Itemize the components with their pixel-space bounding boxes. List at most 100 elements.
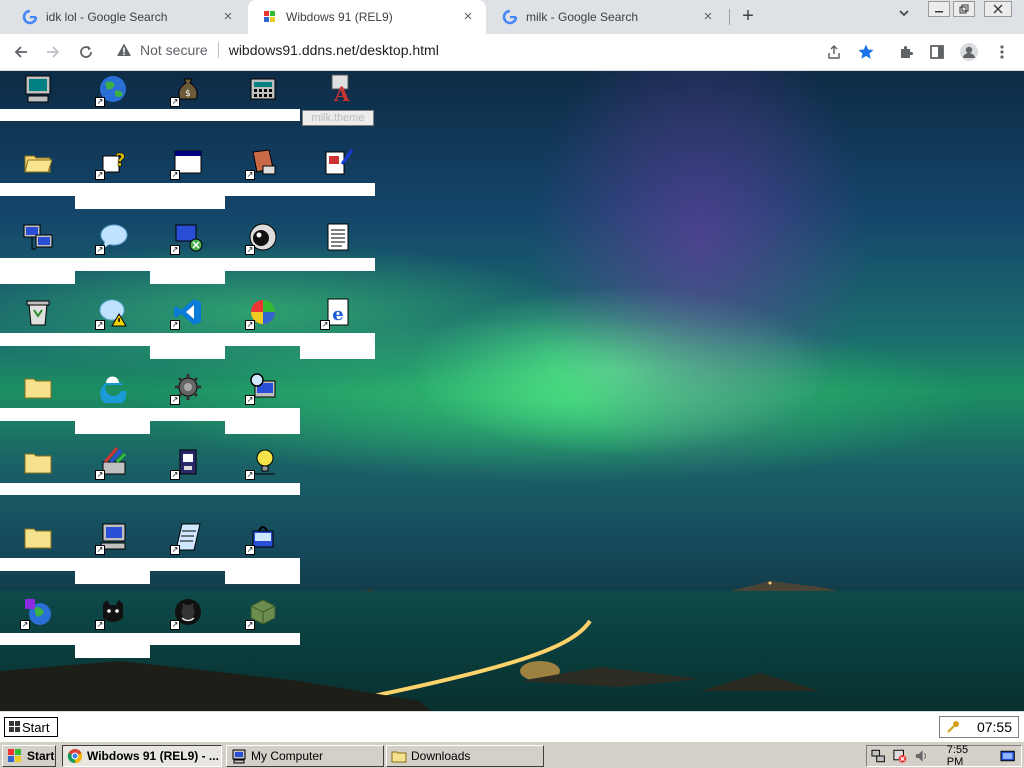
extensions-button[interactable] bbox=[894, 40, 918, 64]
network-icon[interactable] bbox=[18, 219, 58, 255]
tab-milk[interactable]: milk - Google Search × bbox=[488, 0, 726, 34]
taskbar-button-my-computer[interactable]: My Computer bbox=[226, 745, 384, 767]
chevron-down-icon bbox=[899, 10, 909, 17]
volume-icon[interactable] bbox=[914, 748, 929, 764]
chat-bubble-icon[interactable]: ↗ bbox=[93, 219, 133, 255]
shortcut-arrow-icon: ↗ bbox=[170, 170, 180, 180]
forward-button[interactable] bbox=[41, 40, 65, 64]
security-alert-icon[interactable] bbox=[892, 748, 907, 764]
folder-icon[interactable] bbox=[18, 444, 58, 480]
side-panel-button[interactable] bbox=[925, 40, 949, 64]
puzzle-icon bbox=[901, 46, 913, 58]
web-taskbar: Start 07:55 bbox=[0, 711, 1024, 741]
shortcut-arrow-icon: ↗ bbox=[95, 170, 105, 180]
money-bag-icon[interactable]: $ ↗ bbox=[168, 71, 208, 107]
shortcut-arrow-icon: ↗ bbox=[95, 245, 105, 255]
close-window-button[interactable] bbox=[984, 1, 1012, 17]
internet-explorer-icon[interactable]: e ↗ bbox=[318, 294, 358, 330]
paint-icon[interactable]: ↗ bbox=[243, 144, 283, 180]
back-button[interactable] bbox=[9, 40, 33, 64]
taskbar-button-label: Wibdows 91 (REL9) - ... bbox=[87, 749, 219, 763]
shortcut-arrow-icon: ↗ bbox=[95, 470, 105, 480]
icon-label-strip bbox=[300, 333, 375, 359]
tab-idk-lol[interactable]: idk lol - Google Search × bbox=[8, 0, 246, 34]
writer-icon[interactable]: ↗ bbox=[168, 519, 208, 555]
my-computer-icon[interactable] bbox=[18, 71, 58, 107]
profile-button[interactable] bbox=[957, 40, 981, 64]
os-taskbar: Start Wibdows 91 (REL9) - ... My Compute… bbox=[0, 741, 1024, 768]
edge-icon[interactable] bbox=[93, 369, 133, 405]
share-button[interactable] bbox=[822, 40, 846, 64]
help-icon[interactable]: ? ↗ bbox=[93, 144, 133, 180]
security-indicator[interactable]: Not secure wibdows91.ddns.net/desktop.ht… bbox=[116, 42, 439, 58]
web-desktop[interactable]: milk.theme ↗ $ ↗ A ? ↗ ↗ ↗ ↗ ↗ ↗ ↗ ↗ ↗ e… bbox=[0, 71, 1024, 711]
key-icon bbox=[947, 721, 959, 733]
recycle-bin-icon[interactable] bbox=[18, 294, 58, 330]
chrome-icon bbox=[67, 749, 83, 764]
os-clock[interactable]: 7:55 PM bbox=[947, 744, 986, 768]
new-tab-button[interactable]: + bbox=[736, 5, 760, 29]
gear-bug-icon[interactable]: ↗ bbox=[168, 369, 208, 405]
tips-icon[interactable]: ↗ bbox=[243, 444, 283, 480]
folder-icon[interactable] bbox=[18, 519, 58, 555]
vscode-icon[interactable]: ↗ bbox=[168, 294, 208, 330]
url-text[interactable]: wibdows91.ddns.net/desktop.html bbox=[229, 42, 439, 58]
bookmark-star-button[interactable] bbox=[854, 40, 878, 64]
cat-icon[interactable]: ↗ bbox=[93, 594, 133, 630]
open-folder-icon[interactable] bbox=[18, 144, 58, 180]
my-computer-icon bbox=[232, 749, 246, 764]
document-icon[interactable] bbox=[318, 219, 358, 255]
web-clock[interactable]: 07:55 bbox=[939, 716, 1019, 738]
font-theme-icon[interactable]: A bbox=[318, 71, 358, 107]
shortcut-arrow-icon: ↗ bbox=[95, 545, 105, 555]
installer-icon[interactable]: ↗ bbox=[243, 519, 283, 555]
browser-toolbar: Not secure wibdows91.ddns.net/desktop.ht… bbox=[0, 34, 1024, 71]
github-icon[interactable]: ↗ bbox=[168, 594, 208, 630]
icon-label-strip bbox=[150, 346, 225, 359]
svg-text:A: A bbox=[333, 82, 350, 105]
disconnect-icon[interactable]: ↗ bbox=[168, 219, 208, 255]
icon-label-strip bbox=[225, 571, 300, 584]
warning-icon[interactable]: ↗ bbox=[93, 294, 133, 330]
milk-theme-label[interactable]: milk.theme bbox=[302, 110, 374, 126]
calculator-icon[interactable] bbox=[243, 71, 283, 107]
minimize-button[interactable] bbox=[928, 1, 950, 17]
tab-title: milk - Google Search bbox=[526, 10, 639, 24]
color-wheel-icon[interactable]: ↗ bbox=[243, 294, 283, 330]
tab-wibdows-91[interactable]: Wibdows 91 (REL9) × bbox=[248, 0, 486, 34]
shortcut-arrow-icon: ↗ bbox=[95, 620, 105, 630]
web-start-button[interactable]: Start bbox=[4, 717, 58, 737]
system-tray: 7:55 PM bbox=[866, 744, 1022, 768]
foreground-shore bbox=[0, 661, 820, 711]
globe-icon[interactable]: ↗ bbox=[93, 71, 133, 107]
show-desktop-icon[interactable] bbox=[1000, 748, 1015, 764]
menu-button[interactable] bbox=[990, 40, 1014, 64]
minecraft-icon[interactable]: ↗ bbox=[243, 594, 283, 630]
separator bbox=[217, 42, 219, 58]
tools-icon[interactable]: ↗ bbox=[93, 444, 133, 480]
media-player-icon[interactable]: ↗ bbox=[243, 219, 283, 255]
restore-button[interactable] bbox=[953, 1, 975, 17]
tab-separator bbox=[729, 9, 730, 25]
reload-button[interactable] bbox=[74, 40, 98, 64]
avatar-icon bbox=[960, 43, 978, 61]
notepad-edit-icon[interactable] bbox=[318, 144, 358, 180]
close-icon[interactable]: × bbox=[700, 9, 716, 25]
tab-search-button[interactable] bbox=[893, 7, 915, 27]
side-panel-icon bbox=[930, 45, 944, 59]
taskbar-button-downloads[interactable]: Downloads bbox=[386, 745, 544, 767]
network-icon[interactable] bbox=[871, 748, 886, 764]
computer-icon[interactable]: ↗ bbox=[93, 519, 133, 555]
taskbar-button-chrome[interactable]: Wibdows 91 (REL9) - ... bbox=[62, 745, 222, 767]
briefcase-icon[interactable]: ↗ bbox=[168, 444, 208, 480]
shortcut-arrow-icon: ↗ bbox=[20, 620, 30, 630]
close-icon[interactable]: × bbox=[220, 9, 236, 25]
window-icon[interactable]: ↗ bbox=[168, 144, 208, 180]
tab-title: idk lol - Google Search bbox=[46, 10, 168, 24]
close-icon[interactable]: × bbox=[460, 9, 476, 25]
arrow-left-icon bbox=[14, 46, 27, 58]
folder-icon[interactable] bbox=[18, 369, 58, 405]
search-computer-icon[interactable]: ↗ bbox=[243, 369, 283, 405]
globe-app-icon[interactable]: ↗ bbox=[18, 594, 58, 630]
start-button[interactable]: Start bbox=[2, 745, 56, 767]
